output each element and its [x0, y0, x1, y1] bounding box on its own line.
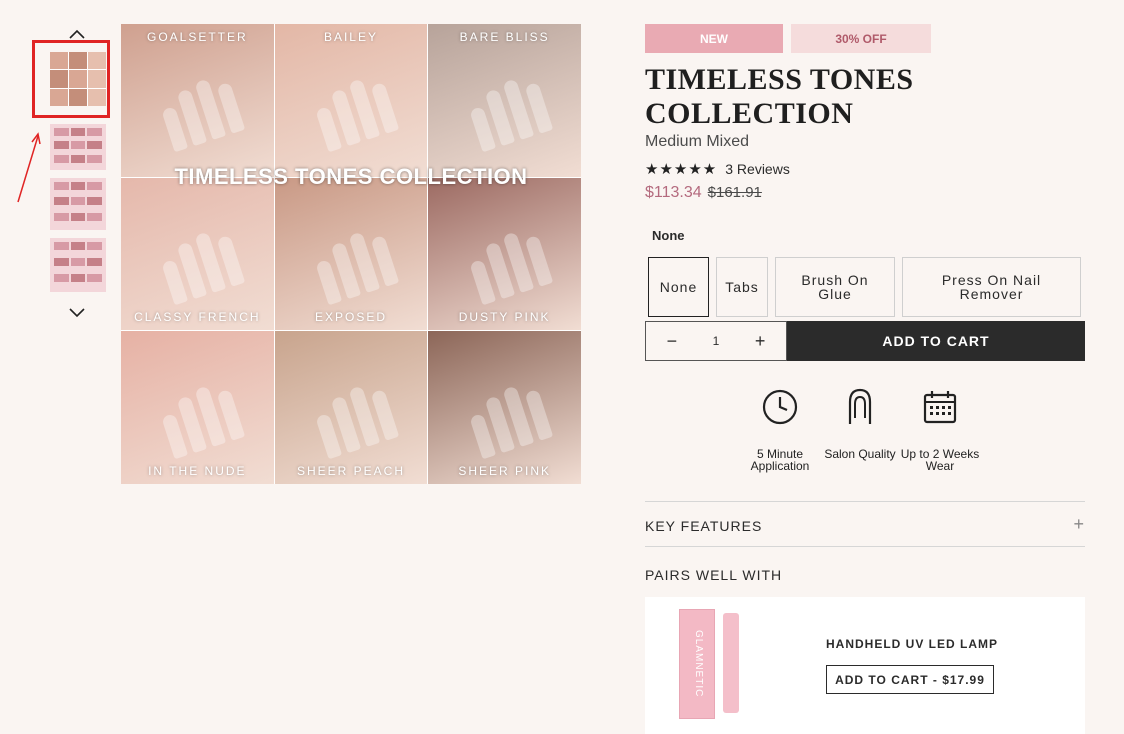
main-product-image[interactable]: GOALSETTER BAILEY BARE BLISS CLASSY FREN… — [121, 24, 581, 484]
add-to-cart-button[interactable]: ADD TO CART — [787, 321, 1085, 361]
feature-label: Up to 2 Weeks Wear — [900, 447, 980, 473]
sale-price: $113.34 — [645, 184, 702, 201]
lamp-device — [723, 613, 739, 713]
tile-dusty-pink: DUSTY PINK — [428, 177, 581, 331]
tile-classy-french: CLASSY FRENCH — [121, 177, 274, 331]
thumbnail-2-image — [50, 124, 106, 170]
thumbnail-4-image — [50, 238, 106, 292]
divider — [645, 501, 1085, 502]
product-title: TIMELESS TONES COLLECTION — [645, 63, 914, 130]
option-selector: None Tabs Brush On Glue Press On Nail Re… — [645, 257, 1085, 317]
feature-salon-quality: Salon Quality — [820, 388, 900, 460]
tile-in-the-nude: IN THE NUDE — [121, 331, 274, 484]
uv-lamp-image[interactable]: GLAMNETIC — [679, 609, 741, 719]
cart-row: − 1 + ADD TO CART — [645, 321, 1085, 361]
tile-exposed: EXPOSED — [274, 177, 428, 331]
feature-5-minute: 5 Minute Application — [740, 388, 820, 472]
pair-add-to-cart-button[interactable]: ADD TO CART - $17.99 — [826, 665, 994, 694]
clock-icon — [762, 389, 798, 425]
thumbnail-3-image — [50, 178, 106, 230]
tile-label: BAILEY — [323, 30, 378, 44]
discount-badge: 30% OFF — [791, 24, 931, 53]
selected-option-label: None — [652, 228, 685, 243]
feature-label: 5 Minute Application — [750, 447, 810, 473]
quantity-stepper: − 1 + — [645, 321, 787, 361]
price-row: $113.34 $161.91 — [645, 184, 1085, 202]
new-badge: NEW — [645, 24, 783, 53]
tile-bare-bliss: BARE BLISS — [428, 24, 581, 177]
reviews-link[interactable]: 3 Reviews — [725, 161, 790, 177]
tile-label: EXPOSED — [314, 310, 387, 325]
tile-sheer-peach: SHEER PEACH — [274, 331, 428, 484]
quantity-value[interactable]: 1 — [713, 334, 720, 348]
feature-icons: 5 Minute Application Salon Quality Up to… — [740, 388, 980, 488]
compare-price: $161.91 — [707, 184, 762, 201]
pair-product-name[interactable]: HANDHELD UV LED LAMP — [826, 637, 998, 651]
product-variant: Medium Mixed — [645, 133, 750, 150]
calendar-icon — [923, 391, 957, 424]
tile-sheer-pink: SHEER PINK — [428, 331, 581, 484]
pair-product-card: GLAMNETIC HANDHELD UV LED LAMP ADD TO CA… — [645, 597, 1085, 734]
key-features-title: KEY FEATURES — [645, 518, 763, 534]
pairs-well-with-title: PAIRS WELL WITH — [645, 567, 783, 583]
brand-logo: GLAMNETIC — [693, 630, 704, 698]
tile-label: SHEER PEACH — [296, 464, 405, 478]
product-info: NEW 30% OFF TIMELESS TONES COLLECTION Me… — [645, 24, 1085, 734]
thumbnail-4[interactable] — [50, 238, 106, 292]
annotation-arrow-icon — [17, 132, 41, 203]
thumbnail-3[interactable] — [50, 178, 106, 230]
tile-goalsetter: GOALSETTER — [121, 24, 274, 177]
thumbnail-2[interactable] — [50, 124, 106, 170]
increase-quantity-button[interactable]: + — [749, 331, 771, 352]
decrease-quantity-button[interactable]: − — [661, 331, 683, 352]
thumbnail-down-arrow[interactable] — [67, 303, 87, 323]
plus-icon: + — [1073, 514, 1085, 534]
option-press-on-nail-remover[interactable]: Press On Nail Remover — [902, 257, 1081, 317]
option-none[interactable]: None — [648, 257, 709, 317]
option-tabs[interactable]: Tabs — [716, 257, 768, 317]
image-overlay-title: TIMELESS TONES COLLECTION — [174, 164, 528, 189]
nail-icon — [848, 388, 872, 424]
rating: ★★★★★ 3 Reviews — [645, 160, 1085, 178]
divider — [645, 546, 1085, 547]
feature-2-weeks-wear: Up to 2 Weeks Wear — [900, 388, 980, 472]
lamp-box: GLAMNETIC — [679, 609, 715, 719]
option-brush-on-glue[interactable]: Brush On Glue — [775, 257, 895, 317]
star-rating-icon: ★★★★★ — [645, 161, 718, 178]
tile-label: CLASSY FRENCH — [134, 310, 261, 325]
feature-label: Salon Quality — [824, 447, 896, 461]
tile-bailey: BAILEY — [274, 24, 428, 177]
key-features-accordion[interactable]: KEY FEATURES + — [645, 514, 1085, 534]
chevron-down-icon — [69, 308, 85, 318]
selected-thumbnail-highlight — [32, 40, 110, 118]
chevron-up-icon — [69, 29, 85, 39]
tile-label: GOALSETTER — [146, 30, 248, 44]
